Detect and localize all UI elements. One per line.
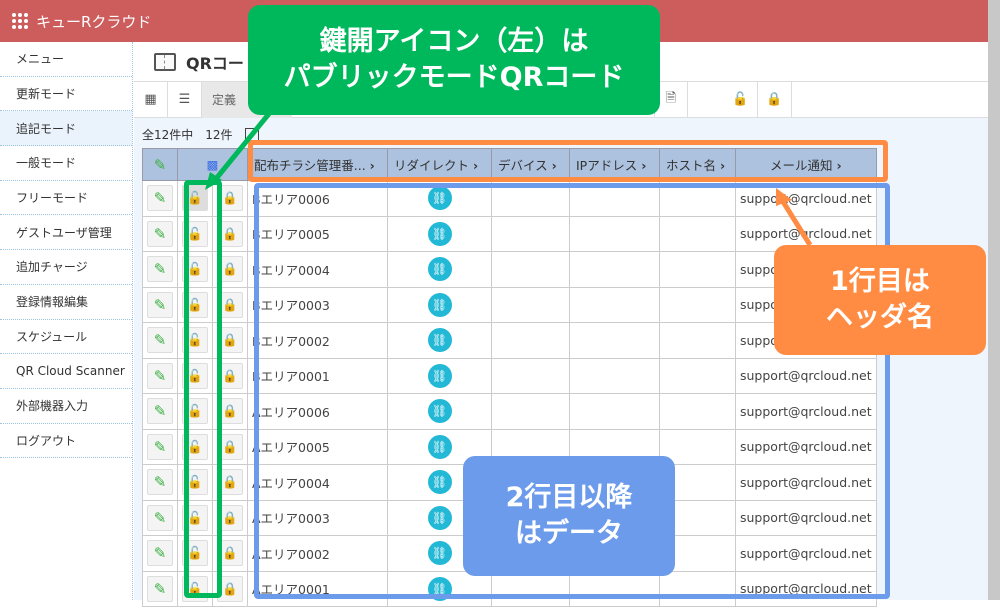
green-arrow bbox=[213, 108, 274, 182]
callout-header-row: 1行目は ヘッダ名 bbox=[774, 245, 986, 355]
callout-data-rows: 2行目以降 はデータ bbox=[463, 456, 675, 576]
orange-arrow bbox=[779, 198, 813, 247]
callout-public-mode: 鍵開アイコン（左）は パブリックモードQRコード bbox=[248, 5, 660, 115]
